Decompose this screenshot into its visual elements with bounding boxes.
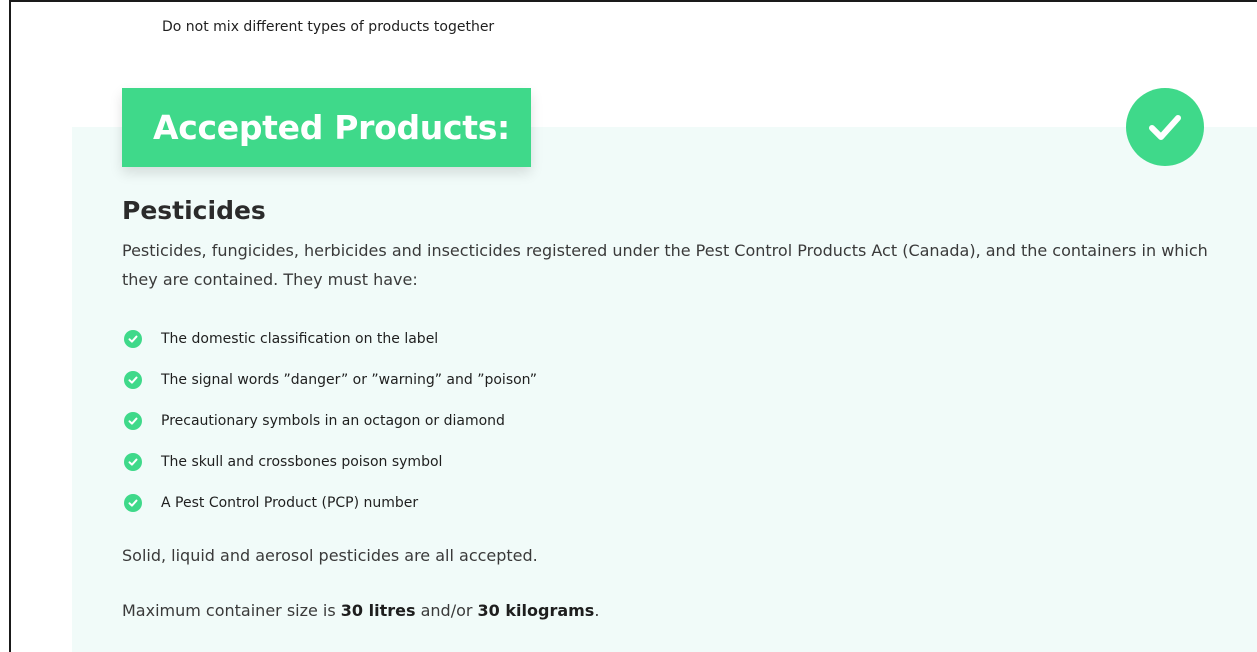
requirement-text: The domestic classification on the label <box>161 331 439 347</box>
checkmark-icon <box>1149 115 1181 140</box>
accepted-products-heading: Accepted Products: <box>153 108 510 147</box>
requirement-text: The signal words ”danger” or ”warning” a… <box>161 372 538 388</box>
accepted-products-banner: Accepted Products: <box>122 88 531 167</box>
check-circle-icon <box>1126 88 1204 166</box>
max-size-prefix: Maximum container size is <box>122 601 341 620</box>
accepted-forms-text: Solid, liquid and aerosol pesticides are… <box>122 546 538 565</box>
list-item: The domestic classification on the label <box>122 326 537 352</box>
check-circle-icon <box>124 412 142 430</box>
max-size-joiner: and/or <box>415 601 478 620</box>
requirements-list: The domestic classification on the label… <box>122 326 537 531</box>
list-item: Precautionary symbols in an octagon or d… <box>122 408 537 434</box>
check-circle-icon <box>124 330 142 348</box>
max-size-suffix: . <box>594 601 600 620</box>
list-item: The signal words ”danger” or ”warning” a… <box>122 367 537 393</box>
list-item: A Pest Control Product (PCP) number <box>122 490 537 516</box>
max-size-kilograms: 30 kilograms <box>477 601 595 620</box>
requirement-text: The skull and crossbones poison symbol <box>161 454 443 470</box>
requirement-text: Precautionary symbols in an octagon or d… <box>161 413 505 429</box>
check-circle-icon <box>124 371 142 389</box>
check-circle-icon <box>124 453 142 471</box>
mixing-warning-text: Do not mix different types of products t… <box>162 19 495 35</box>
max-size-litres: 30 litres <box>340 601 416 620</box>
list-item: The skull and crossbones poison symbol <box>122 449 537 475</box>
requirement-text: A Pest Control Product (PCP) number <box>161 495 419 511</box>
pesticides-intro: Pesticides, fungicides, herbicides and i… <box>122 241 1208 289</box>
max-container-size-text: Maximum container size is 30 litres and/… <box>122 601 599 620</box>
check-circle-icon <box>124 494 142 512</box>
pesticides-title: Pesticides <box>122 196 266 225</box>
